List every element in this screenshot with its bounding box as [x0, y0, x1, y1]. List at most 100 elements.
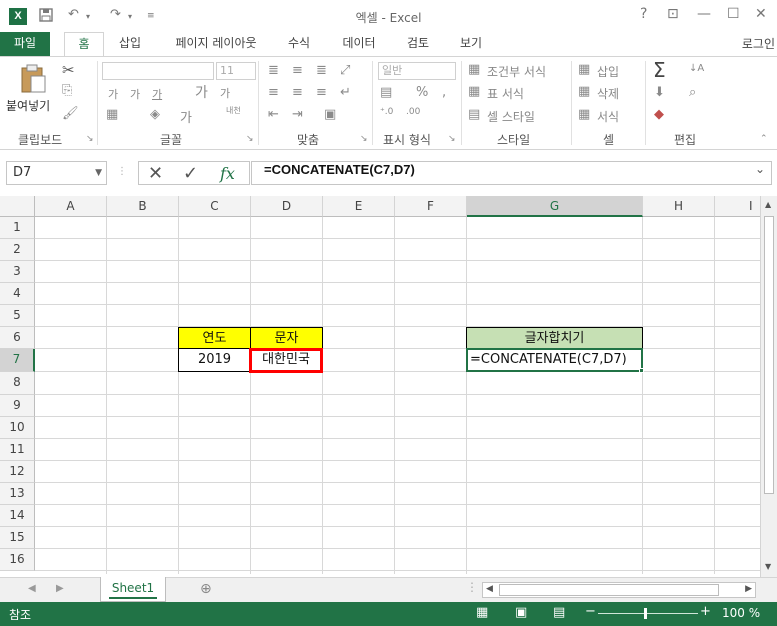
wrap-text-icon[interactable]: ↵: [340, 85, 351, 100]
zoom-in-icon[interactable]: +: [700, 604, 711, 619]
cell-g6[interactable]: 글자합치기: [466, 327, 643, 349]
format-painter-icon[interactable]: 🖌: [62, 106, 79, 121]
zoom-out-icon[interactable]: −: [585, 604, 596, 619]
column-header-f[interactable]: F: [395, 196, 467, 217]
scroll-up-icon[interactable]: ▲: [765, 200, 771, 209]
scroll-right-icon[interactable]: ▶: [745, 584, 752, 594]
column-header-h[interactable]: H: [643, 196, 715, 217]
orientation-icon[interactable]: ⤢: [340, 63, 350, 78]
shrink-font-icon[interactable]: 가: [220, 85, 230, 101]
row-header-2[interactable]: 2: [0, 239, 35, 261]
tab-page-layout[interactable]: 페이지 레이아웃: [164, 32, 268, 57]
row-header-12[interactable]: 12: [0, 461, 35, 483]
row-header-15[interactable]: 15: [0, 527, 35, 549]
cell-style-icon[interactable]: ▤: [468, 107, 480, 122]
fill-color-icon[interactable]: ◈: [150, 107, 160, 122]
format-table-icon[interactable]: ▦: [468, 84, 480, 99]
cell-style-button[interactable]: 셀 스타일: [487, 108, 535, 125]
merge-center-icon[interactable]: ▣: [324, 107, 336, 122]
phonetic-icon[interactable]: 내천: [226, 105, 241, 116]
row-header-14[interactable]: 14: [0, 505, 35, 527]
minimize-icon[interactable]: —: [697, 6, 711, 22]
border-icon[interactable]: ▦: [106, 107, 118, 122]
select-all-corner[interactable]: [0, 196, 35, 217]
decrease-indent-icon[interactable]: ⇤: [268, 107, 279, 122]
chevron-down-icon[interactable]: ▼: [95, 162, 102, 184]
collapse-ribbon-icon[interactable]: ⌃: [760, 134, 768, 144]
align-middle-icon[interactable]: ≡: [292, 63, 303, 78]
column-header-b[interactable]: B: [107, 196, 179, 217]
row-header-8[interactable]: 8: [0, 372, 35, 395]
row-header-10[interactable]: 10: [0, 417, 35, 439]
formula-input[interactable]: =CONCATENATE(C7,D7) ⌄: [251, 161, 772, 185]
tab-formulas[interactable]: 수식: [279, 32, 319, 57]
add-sheet-icon[interactable]: ⊕: [200, 581, 212, 597]
horizontal-scrollbar[interactable]: ◀ ▶: [482, 582, 756, 598]
conditional-format-button[interactable]: 조건부 서식: [487, 63, 546, 80]
align-left-icon[interactable]: ≡: [268, 85, 279, 100]
worksheet-grid[interactable]: A B C D E F G H I 1 2 3 4 5 6 7 8 9 10 1…: [0, 196, 760, 574]
find-select-icon[interactable]: ⌕: [689, 85, 696, 100]
row-header-5[interactable]: 5: [0, 305, 35, 327]
horizontal-scroll-thumb[interactable]: [499, 584, 719, 596]
close-icon[interactable]: ✕: [755, 6, 767, 22]
drag-handle-icon[interactable]: ⋮: [117, 166, 127, 177]
insert-function-icon[interactable]: fx: [220, 164, 235, 183]
cell-g7[interactable]: =CONCATENATE(C7,D7): [466, 348, 643, 372]
column-header-a[interactable]: A: [35, 196, 107, 217]
vertical-scrollbar[interactable]: ▲ ▼: [760, 196, 777, 578]
page-layout-view-icon[interactable]: ▣: [515, 605, 527, 620]
help-icon[interactable]: ?: [640, 6, 647, 22]
align-bottom-icon[interactable]: ≣: [316, 63, 327, 78]
zoom-slider[interactable]: [598, 613, 698, 614]
scroll-down-icon[interactable]: ▼: [765, 562, 771, 571]
zoom-slider-thumb[interactable]: [644, 608, 647, 619]
row-header-3[interactable]: 3: [0, 261, 35, 283]
font-launcher-icon[interactable]: ↘: [246, 134, 254, 144]
column-header-e[interactable]: E: [323, 196, 395, 217]
tab-view[interactable]: 보기: [451, 32, 491, 57]
font-size-box[interactable]: 11: [216, 62, 256, 80]
align-center-icon[interactable]: ≡: [292, 85, 303, 100]
cut-icon[interactable]: ✂: [62, 61, 75, 79]
underline-icon[interactable]: 가: [152, 86, 162, 102]
paste-label[interactable]: 붙여넣기: [6, 97, 50, 114]
cell-c6[interactable]: 연도: [178, 327, 251, 349]
row-header-4[interactable]: 4: [0, 283, 35, 305]
increase-indent-icon[interactable]: ⇥: [292, 107, 303, 122]
copy-icon[interactable]: ⎘: [62, 83, 72, 98]
page-break-view-icon[interactable]: ▤: [553, 605, 565, 620]
font-color-icon[interactable]: 가: [180, 107, 192, 126]
row-header-11[interactable]: 11: [0, 439, 35, 461]
column-header-i[interactable]: I: [715, 196, 760, 217]
ribbon-display-icon[interactable]: ⊡: [667, 6, 679, 22]
tab-insert[interactable]: 삽입: [110, 32, 150, 57]
normal-view-icon[interactable]: ▦: [476, 605, 488, 620]
tab-data[interactable]: 데이터: [334, 32, 384, 57]
fill-handle[interactable]: [639, 368, 644, 373]
row-header-13[interactable]: 13: [0, 483, 35, 505]
number-launcher-icon[interactable]: ↘: [448, 134, 456, 144]
italic-icon[interactable]: 가: [130, 86, 140, 102]
name-box[interactable]: D7 ▼: [6, 161, 107, 185]
format-cells-button[interactable]: 서식: [597, 108, 619, 125]
align-top-icon[interactable]: ≣: [268, 63, 279, 78]
cancel-icon[interactable]: ✕: [148, 163, 163, 184]
grow-font-icon[interactable]: 가: [195, 82, 208, 102]
font-name-box[interactable]: [102, 62, 214, 80]
format-table-button[interactable]: 표 서식: [487, 85, 524, 102]
column-header-d[interactable]: D: [251, 196, 323, 217]
tab-file[interactable]: 파일: [0, 32, 50, 57]
login-link[interactable]: 로그인: [742, 35, 775, 52]
insert-cells-button[interactable]: 삽입: [597, 63, 619, 80]
accounting-icon[interactable]: ▤: [380, 85, 392, 100]
fill-icon[interactable]: ⬇: [654, 85, 665, 100]
sheet-prev-icon[interactable]: ◀: [28, 583, 36, 594]
delete-cells-icon[interactable]: ▦: [578, 84, 590, 99]
enter-icon[interactable]: ✓: [183, 163, 198, 184]
expand-formula-icon[interactable]: ⌄: [755, 162, 765, 176]
align-right-icon[interactable]: ≡: [316, 85, 327, 100]
column-header-c[interactable]: C: [179, 196, 251, 217]
row-header-6[interactable]: 6: [0, 327, 35, 349]
cell-d6[interactable]: 문자: [250, 327, 323, 349]
